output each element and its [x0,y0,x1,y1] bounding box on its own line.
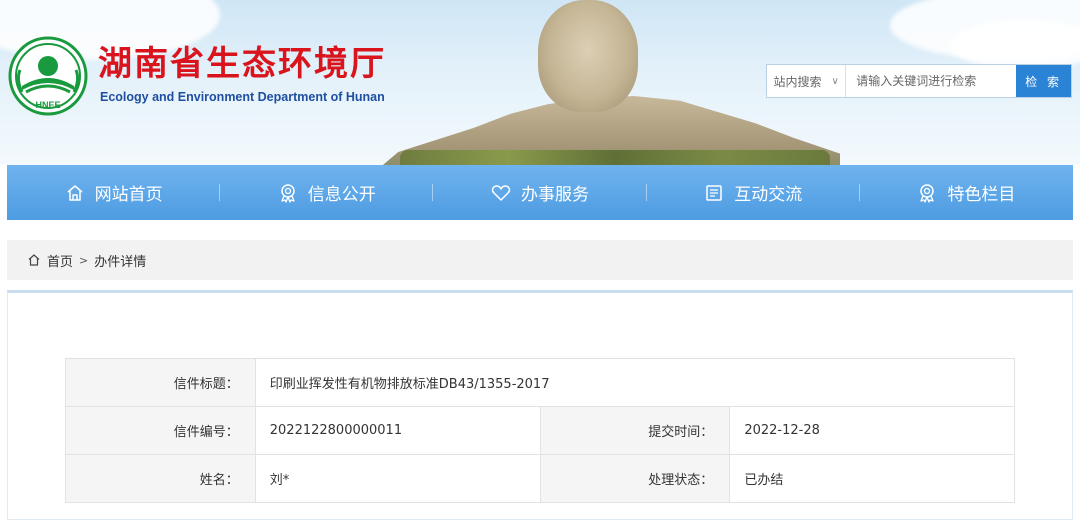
logo-text: HNEE [35,100,60,110]
site-title[interactable]: 湖南省生态环境厅 [98,44,386,84]
search-scope-dropdown[interactable]: 站内搜索 ∨ [767,65,847,97]
search-bar: 站内搜索 ∨ 检 索 [766,64,1072,98]
site-subtitle: Ecology and Environment Department of Hu… [100,90,385,104]
nav-item-label: 办事服务 [521,185,589,205]
sky-cloud [950,20,1080,70]
main-nav: 网站首页 信息公开 办事服务 互动交流 特色栏目 [7,165,1073,220]
search-input[interactable] [846,65,1017,97]
hnee-logo: HNEE [8,36,88,116]
submit-time-value: 2022-12-28 [729,406,1015,455]
badge-icon [917,183,937,203]
subject-label: 信件标题： [65,358,256,407]
status-value: 已办结 [729,454,1015,503]
heart-icon [491,183,511,203]
statue-head-image [538,0,638,112]
nav-item-label: 信息公开 [307,185,376,205]
status-label: 处理状态： [539,454,731,503]
letter-number-label: 信件编号： [65,406,256,455]
search-button[interactable]: 检 索 [1016,65,1071,97]
letter-number-value: 2022122800000011 [254,406,541,455]
site-header: HNEE 湖南省生态环境厅 Ecology and Environment De… [0,0,1080,165]
home-icon [65,183,85,203]
nav-item-home[interactable]: 网站首页 [7,165,221,220]
subject-value: 印刷业挥发性有机物排放标准DB43/1355-2017 [254,358,1016,407]
submit-time-label: 提交时间： [539,406,731,455]
search-scope-label: 站内搜索 [773,74,822,89]
breadcrumb-separator: > [79,253,89,267]
nav-item-label: 互动交流 [734,185,803,205]
breadcrumb-current: 办件详情 [94,254,147,270]
document-icon [704,183,724,203]
nav-item-services[interactable]: 办事服务 [433,165,647,220]
table-row: 信件标题： 印刷业挥发性有机物排放标准DB43/1355-2017 [65,358,1016,407]
nav-item-label: 网站首页 [94,185,163,205]
nav-item-featured[interactable]: 特色栏目 [860,165,1073,220]
tree-line-image [400,150,830,165]
breadcrumb-home-link[interactable]: 首页 [47,251,73,270]
breadcrumb: 首页 > 办件详情 [7,240,1073,280]
home-icon [27,253,41,267]
nav-item-interaction[interactable]: 互动交流 [647,165,861,220]
chevron-down-icon: ∨ [831,75,839,87]
nav-item-label: 特色栏目 [947,185,1016,205]
table-row: 姓名： 刘* 处理状态： 已办结 [65,454,1015,503]
nav-item-info-disclosure[interactable]: 信息公开 [220,165,434,220]
name-value: 刘* [254,454,541,503]
badge-icon [278,183,298,203]
table-row: 信件编号： 2022122800000011 提交时间： 2022-12-28 [65,406,1015,455]
name-label: 姓名： [65,454,256,503]
letter-detail-table: 信件标题： 印刷业挥发性有机物排放标准DB43/1355-2017 信件编号： … [65,358,1016,503]
